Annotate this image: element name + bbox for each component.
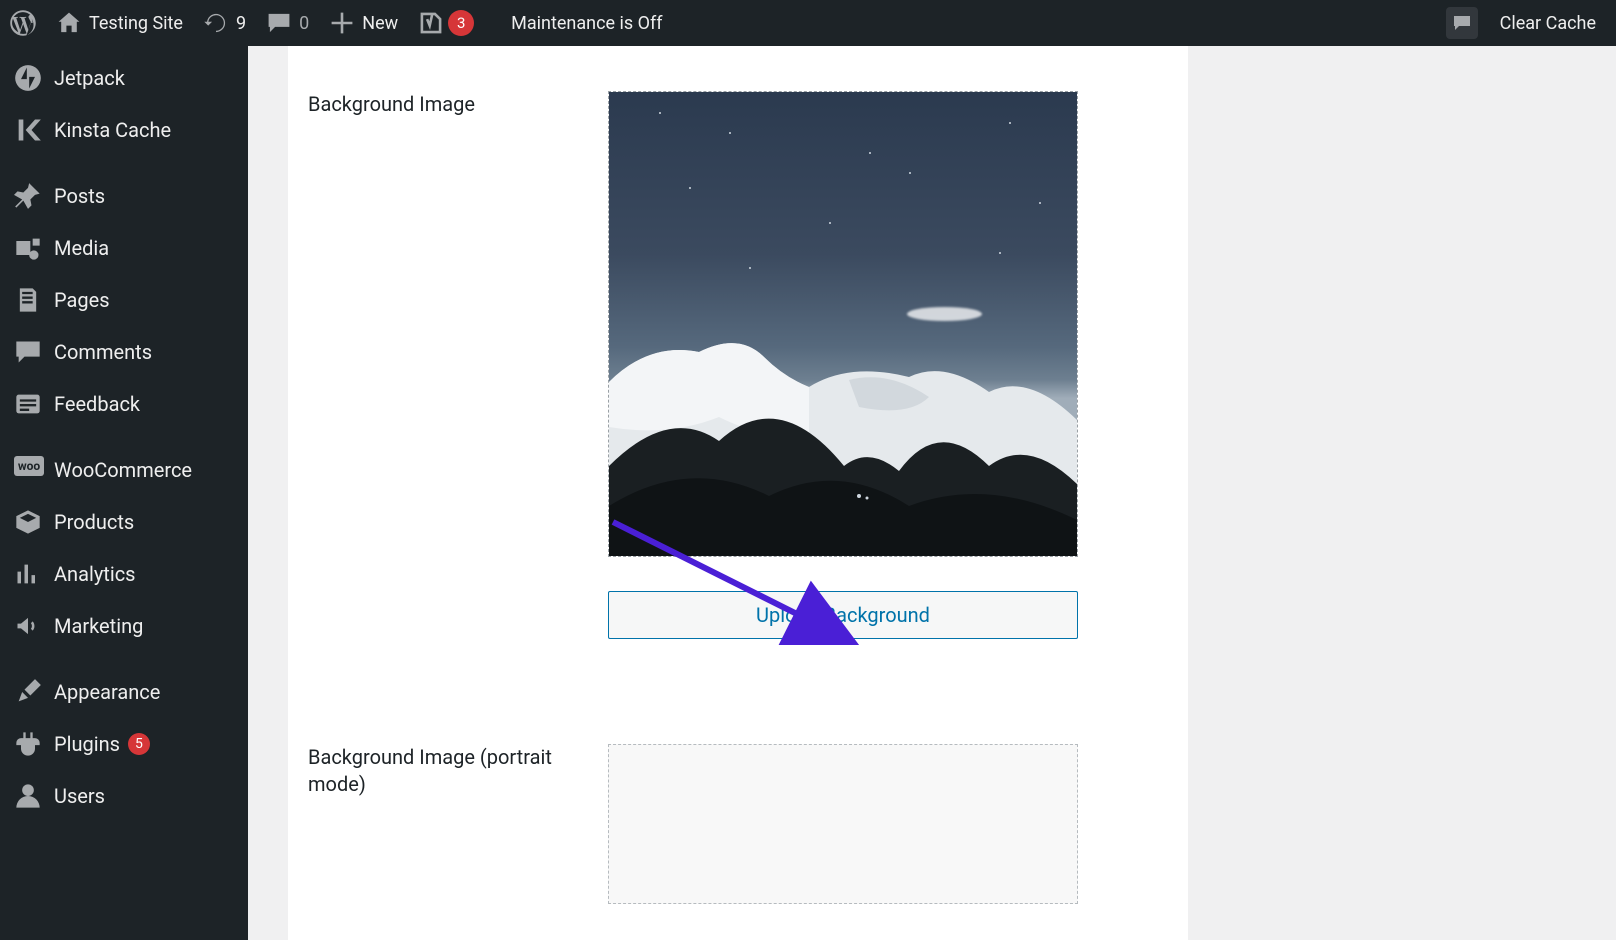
- star: [1039, 202, 1041, 204]
- feedback-icon: [14, 390, 42, 418]
- setting-row-bg-image: Background Image: [308, 91, 1168, 639]
- sidebar-item-label: Feedback: [54, 392, 140, 416]
- admin-bar-left: Testing Site 9 0 New 3 Maintenance is Of…: [0, 0, 673, 46]
- pin-icon: [14, 182, 42, 210]
- kinsta-icon: [14, 116, 42, 144]
- sidebar-item-comments[interactable]: Comments: [0, 326, 248, 378]
- analytics-icon: [14, 560, 42, 588]
- maintenance-label: Maintenance is Off: [511, 13, 662, 34]
- new-content[interactable]: New: [319, 0, 408, 46]
- setting-label-bg-portrait: Background Image (portrait mode): [308, 744, 608, 904]
- sidebar-item-label: Comments: [54, 340, 152, 364]
- sidebar-item-label: Kinsta Cache: [54, 118, 171, 142]
- comments[interactable]: 0: [256, 0, 319, 46]
- admin-bar-right: Clear Cache: [1446, 7, 1616, 39]
- clear-cache-label: Clear Cache: [1500, 13, 1596, 34]
- comment-icon: [266, 10, 292, 36]
- sidebar-item-label: Media: [54, 236, 109, 260]
- sidebar-item-label: Users: [54, 784, 105, 808]
- comments-icon: [14, 338, 42, 366]
- setting-label-bg-image: Background Image: [308, 91, 608, 639]
- site-name[interactable]: Testing Site: [46, 0, 193, 46]
- background-preview[interactable]: [608, 91, 1078, 557]
- sidebar-item-marketing[interactable]: Marketing: [0, 600, 248, 652]
- new-label: New: [362, 13, 398, 34]
- star: [1009, 122, 1011, 124]
- home-icon: [56, 10, 82, 36]
- sidebar-item-label: Pages: [54, 288, 110, 312]
- chat-button[interactable]: [1446, 7, 1478, 39]
- sidebar-item-feedback[interactable]: Feedback: [0, 378, 248, 430]
- content-area: Background Image: [248, 46, 1616, 940]
- appearance-icon: [14, 678, 42, 706]
- comments-count: 0: [299, 13, 309, 34]
- star: [729, 132, 731, 134]
- sidebar-item-label: Plugins: [54, 732, 120, 756]
- sidebar-item-label: Posts: [54, 184, 105, 208]
- sidebar-item-label: Analytics: [54, 562, 136, 586]
- preview-cloud: [907, 307, 982, 321]
- setting-field-bg-image: Upload Background: [608, 91, 1078, 639]
- upload-background-button[interactable]: Upload Background: [608, 591, 1078, 639]
- clear-cache-button[interactable]: Clear Cache: [1500, 13, 1596, 34]
- sidebar-item-kinsta[interactable]: Kinsta Cache: [0, 104, 248, 156]
- yoast-count-badge: 3: [448, 10, 474, 36]
- admin-sidebar: Jetpack Kinsta Cache Posts Media Pages C…: [0, 46, 248, 940]
- star: [999, 252, 1001, 254]
- chat-icon: [1452, 13, 1472, 33]
- sidebar-item-jetpack[interactable]: Jetpack: [0, 52, 248, 104]
- plus-icon: [329, 10, 355, 36]
- star: [869, 152, 871, 154]
- sidebar-item-media[interactable]: Media: [0, 222, 248, 274]
- sidebar-item-label: Products: [54, 510, 134, 534]
- plugins-icon: [14, 730, 42, 758]
- update-icon: [203, 10, 229, 36]
- sidebar-item-label: Jetpack: [54, 66, 125, 90]
- star: [749, 267, 751, 269]
- jetpack-icon: [14, 64, 42, 92]
- maintenance-mode[interactable]: Maintenance is Off: [494, 0, 672, 46]
- settings-panel: Background Image: [288, 46, 1188, 940]
- sidebar-item-woocommerce[interactable]: woo WooCommerce: [0, 444, 248, 496]
- updates-count: 9: [236, 13, 246, 34]
- pages-icon: [14, 286, 42, 314]
- preview-foreground: [609, 346, 1078, 556]
- setting-row-bg-portrait: Background Image (portrait mode): [308, 744, 1168, 904]
- star: [659, 112, 661, 114]
- sidebar-item-users[interactable]: Users: [0, 770, 248, 822]
- sidebar-item-analytics[interactable]: Analytics: [0, 548, 248, 600]
- products-icon: [14, 508, 42, 536]
- sidebar-item-plugins[interactable]: Plugins 5: [0, 718, 248, 770]
- updates[interactable]: 9: [193, 0, 256, 46]
- right-gutter: [1188, 46, 1616, 940]
- upload-background-label: Upload Background: [756, 603, 930, 627]
- sidebar-item-label: Appearance: [54, 680, 160, 704]
- wordpress-icon: [10, 10, 36, 36]
- admin-bar: Testing Site 9 0 New 3 Maintenance is Of…: [0, 0, 1616, 46]
- yoast-menu[interactable]: 3: [408, 0, 484, 46]
- star: [689, 187, 691, 189]
- sidebar-item-label: Marketing: [54, 614, 143, 638]
- sidebar-item-label: WooCommerce: [54, 458, 192, 482]
- wp-logo[interactable]: [0, 0, 46, 46]
- users-icon: [14, 782, 42, 810]
- woo-icon: woo: [14, 456, 44, 476]
- background-portrait-placeholder[interactable]: [608, 744, 1078, 904]
- sidebar-item-posts[interactable]: Posts: [0, 170, 248, 222]
- star: [829, 222, 831, 224]
- media-icon: [14, 234, 42, 262]
- sidebar-item-appearance[interactable]: Appearance: [0, 666, 248, 718]
- star: [909, 172, 911, 174]
- marketing-icon: [14, 612, 42, 640]
- sidebar-item-products[interactable]: Products: [0, 496, 248, 548]
- site-name-label: Testing Site: [89, 13, 183, 34]
- setting-field-bg-portrait: [608, 744, 1078, 904]
- plugins-count-badge: 5: [128, 733, 150, 755]
- yoast-icon: [418, 10, 444, 36]
- sidebar-item-pages[interactable]: Pages: [0, 274, 248, 326]
